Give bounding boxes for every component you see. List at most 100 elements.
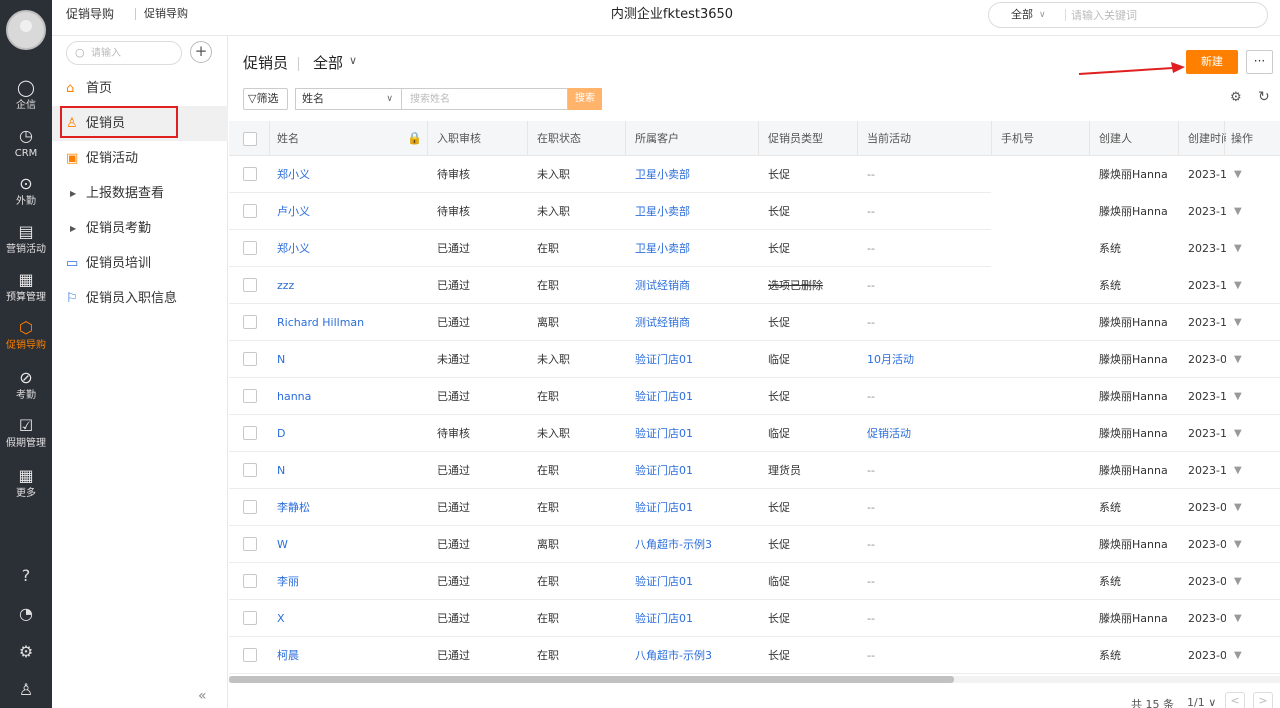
column-header[interactable]: 当前活动 [867,121,997,156]
row-checkbox[interactable] [243,278,257,292]
row-action-dropdown-icon[interactable]: ▼ [1234,465,1242,476]
table-cell[interactable]: 测试经销商 [635,304,760,341]
table-cell[interactable]: 柯晨 [277,637,407,674]
table-row[interactable]: 郑小义 已通过 在职 卫星小卖部长促 -- 系统 2023-12 ▼ [229,230,1280,267]
row-checkbox[interactable] [243,389,257,403]
sidebar-item[interactable]: ⌂ 首页 [52,71,228,106]
settings-icon[interactable]: ⚙ [0,634,52,670]
table-cell[interactable]: 验证门店01 [635,378,760,415]
horizontal-scrollbar[interactable] [229,676,1280,683]
sidebar-item[interactable]: ⚐ 促销员入职信息 [52,281,228,316]
table-cell[interactable]: 卢小义 [277,193,407,230]
column-header[interactable]: 入职审核 [437,121,527,156]
table-cell[interactable]: 卫星小卖部 [635,193,760,230]
table-row[interactable]: 李静松 已通过 在职 验证门店01 长促 -- 系统 2023-08 ▼ [229,489,1280,526]
table-cell[interactable]: zzz [277,267,407,304]
row-checkbox[interactable] [243,204,257,218]
row-action-dropdown-icon[interactable]: ▼ [1234,354,1242,365]
row-checkbox[interactable] [243,463,257,477]
table-cell[interactable]: N [277,452,407,489]
collapse-sidebar-button[interactable]: « [198,688,207,704]
column-header[interactable]: 所属客户 [635,121,760,156]
select-all-checkbox[interactable] [243,132,257,146]
column-divider[interactable] [527,121,528,156]
rail-item[interactable]: ☑ 假期管理 [0,414,52,462]
table-row[interactable]: D 待审核 未入职 验证门店01 临促 促销活动 滕焕丽Hanna 2023-10 ▼ [229,415,1280,452]
table-cell[interactable]: 卫星小卖部 [635,230,760,267]
column-header[interactable]: 在职状态 [537,121,627,156]
row-action-dropdown-icon[interactable]: ▼ [1234,576,1242,587]
more-button[interactable]: ··· [1246,50,1273,74]
table-cell[interactable]: 验证门店01 [635,489,760,526]
table-cell[interactable]: 10月活动 [867,341,997,378]
sidebar-item[interactable]: ▣ 促销活动 [52,141,228,176]
table-cell[interactable]: Richard Hillman [277,304,407,341]
rail-item[interactable]: ▦ 更多 [0,464,52,512]
table-cell[interactable]: 郑小义 [277,156,407,193]
row-checkbox[interactable] [243,611,257,625]
column-header[interactable]: 手机号 [1001,121,1091,156]
table-cell[interactable]: 郑小义 [277,230,407,267]
table-cell[interactable]: N [277,341,407,378]
table-row[interactable]: Richard Hillman 已通过 离职 测试经销商 长促 -- 滕焕丽Hanna 202… [229,304,1280,341]
table-cell[interactable]: 验证门店01 [635,415,760,452]
row-action-dropdown-icon[interactable]: ▼ [1234,539,1242,550]
row-checkbox[interactable] [243,315,257,329]
pager-page-select[interactable]: 1/1 ∨ [1187,696,1216,708]
row-checkbox[interactable] [243,352,257,366]
table-row[interactable]: hanna 已通过 在职 验证门店01 长促 -- 滕焕丽Hanna 2023-10 ▼ [229,378,1280,415]
table-row[interactable]: N 已通过 在职 验证门店01 理货员 -- 滕焕丽Hanna 2023-10 ▼ [229,452,1280,489]
sidebar-item[interactable]: ▶ 促销员考勤 [52,211,228,246]
table-cell[interactable]: 验证门店01 [635,600,760,637]
column-divider[interactable] [427,121,428,156]
table-row[interactable]: zzz 已通过 在职 测试经销商选项已删除 -- 系统 2023-11 ▼ [229,267,1280,304]
table-cell[interactable]: 李丽 [277,563,407,600]
row-action-dropdown-icon[interactable]: ▼ [1234,391,1242,402]
table-cell[interactable]: X [277,600,407,637]
column-header[interactable]: 创建人 [1099,121,1184,156]
filter-button[interactable]: ▽筛选 [243,88,288,110]
rail-item[interactable]: ◯ 企信 [0,76,52,124]
next-page-button[interactable]: > [1253,692,1273,708]
global-search-input[interactable] [1071,6,1251,24]
table-cell[interactable]: 卫星小卖部 [635,156,760,193]
row-action-dropdown-icon[interactable]: ▼ [1234,206,1242,217]
add-menu-button[interactable]: + [190,41,212,63]
column-header[interactable]: 促销员类型 [768,121,858,156]
table-row[interactable]: X 已通过 在职 验证门店01 长促 -- 滕焕丽Hanna 2023-08 ▼ [229,600,1280,637]
help-icon[interactable]: ? [0,558,52,594]
row-checkbox[interactable] [243,241,257,255]
scrollbar-thumb[interactable] [229,676,954,683]
breadcrumb-app[interactable]: 促销导购 [66,0,114,28]
table-row[interactable]: 郑小义 待审核 未入职 卫星小卖部长促 -- 滕焕丽Hanna 2023-12 ▼ [229,156,1280,193]
table-row[interactable]: W 已通过 离职 八角超市-示例3 长促 -- 滕焕丽Hanna 2023-08 ▼ [229,526,1280,563]
table-cell[interactable]: 促销活动 [867,415,997,452]
rail-item[interactable]: ⬡ 促销导购 [0,316,52,364]
name-search-input[interactable] [401,88,568,110]
row-checkbox[interactable] [243,537,257,551]
row-action-dropdown-icon[interactable]: ▼ [1234,502,1242,513]
table-cell[interactable]: 八角超市-示例3 [635,526,760,563]
row-action-dropdown-icon[interactable]: ▼ [1234,428,1242,439]
rail-item[interactable]: ◷ CRM [0,124,52,172]
search-field-select[interactable]: 姓名 ∨ [295,88,401,110]
clock-icon[interactable]: ◔ [0,596,52,632]
table-cell[interactable]: W [277,526,407,563]
row-checkbox[interactable] [243,167,257,181]
column-header[interactable]: 创建时间 [1188,121,1226,156]
row-checkbox[interactable] [243,574,257,588]
row-checkbox[interactable] [243,648,257,662]
row-action-dropdown-icon[interactable]: ▼ [1234,650,1242,661]
row-checkbox[interactable] [243,426,257,440]
rail-item[interactable]: ⊘ 考勤 [0,366,52,414]
row-checkbox[interactable] [243,500,257,514]
rail-item[interactable]: ▦ 预算管理 [0,268,52,316]
column-header[interactable]: 姓名 [277,121,407,156]
chevron-down-icon[interactable]: ∨ [1039,3,1046,27]
table-row[interactable]: 李丽 已通过 在职 验证门店01 临促 -- 系统 2023-08 ▼ [229,563,1280,600]
row-action-dropdown-icon[interactable]: ▼ [1234,317,1242,328]
row-action-dropdown-icon[interactable]: ▼ [1234,280,1242,291]
sidebar-item[interactable]: ▶ 上报数据查看 [52,176,228,211]
breadcrumb-module[interactable]: 促销导购 [144,0,188,28]
new-button[interactable]: 新建 [1186,50,1238,74]
